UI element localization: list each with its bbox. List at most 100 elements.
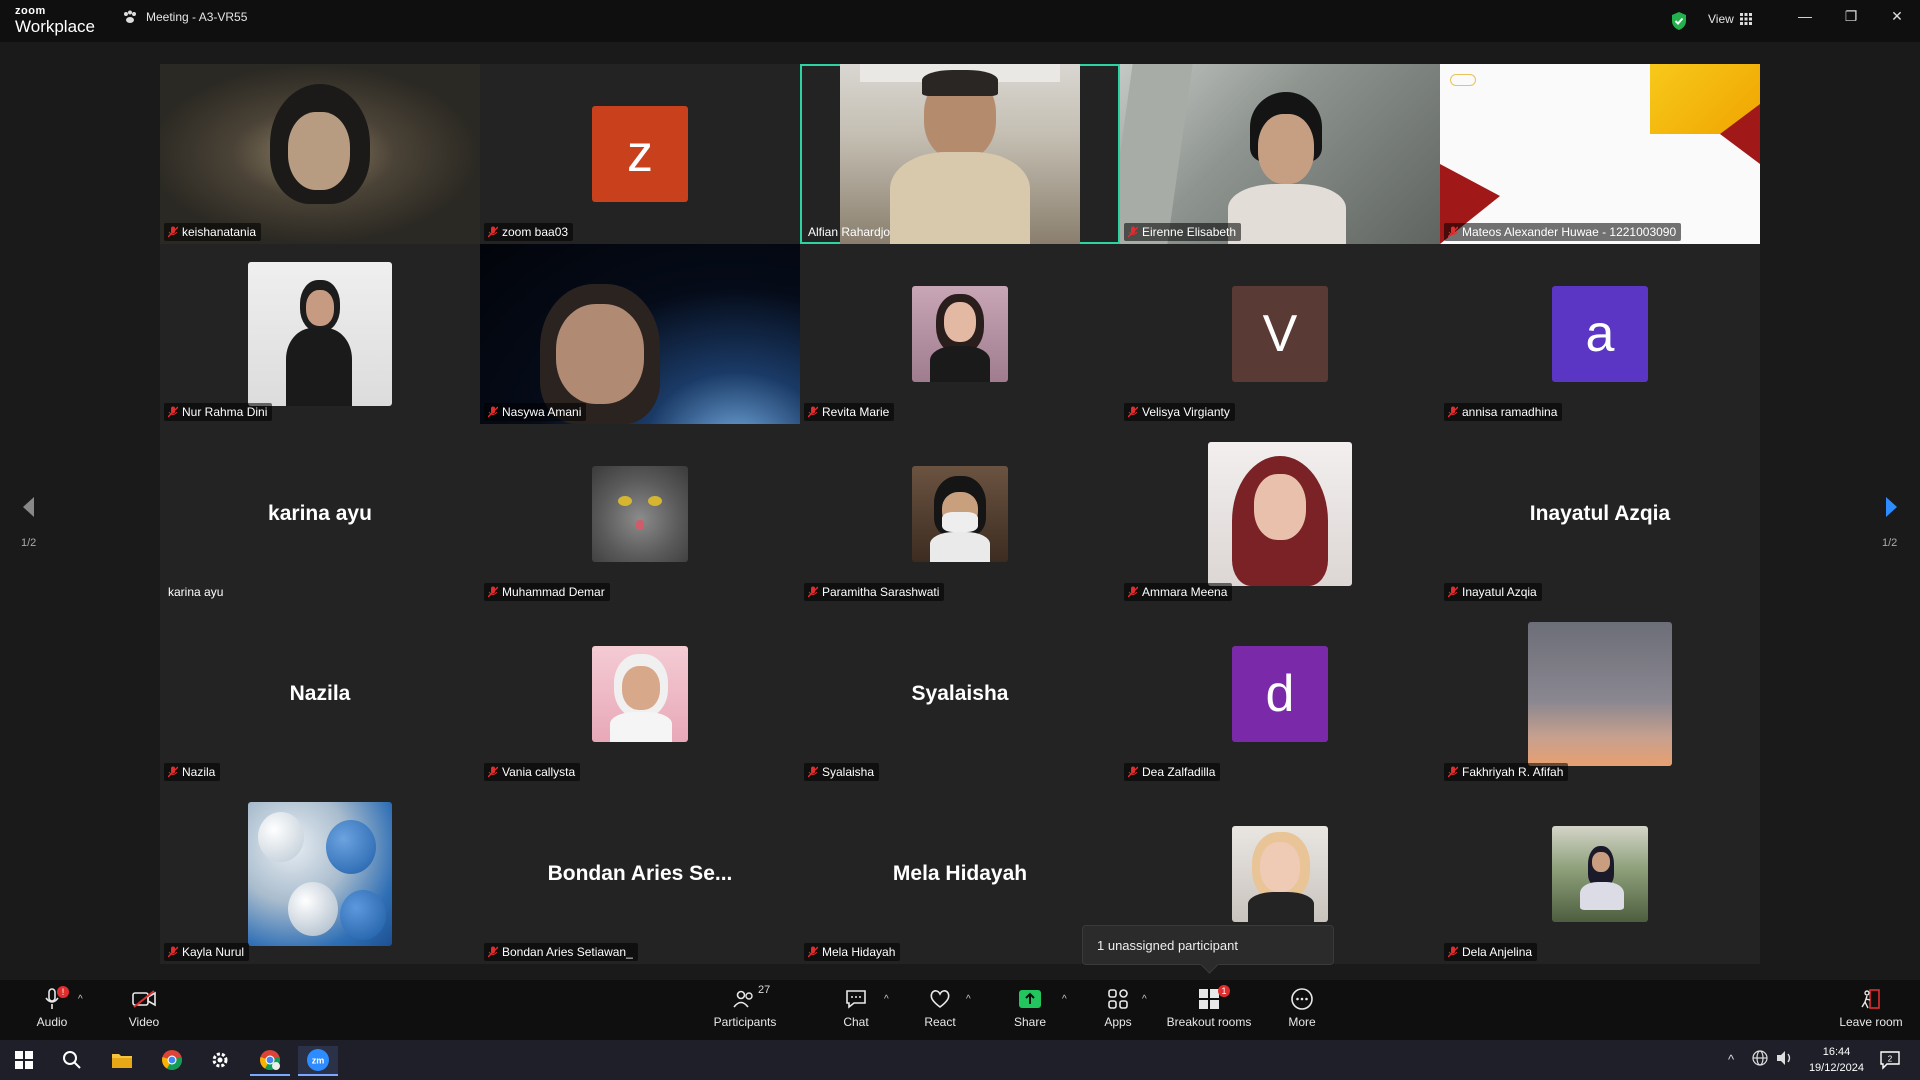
meeting-info[interactable]: Meeting - A3-VR55 — [122, 10, 247, 24]
profile-photo — [592, 646, 688, 742]
mic-muted-icon — [488, 946, 498, 958]
view-button[interactable]: View — [1708, 12, 1752, 26]
restore-icon[interactable]: ❐ — [1836, 8, 1866, 25]
breakout-rooms-button[interactable]: 1 Breakout rooms — [1164, 985, 1254, 1029]
participant-name: Kayla Nurul — [182, 945, 245, 959]
mic-muted-icon — [808, 586, 818, 598]
video-button[interactable]: Video — [122, 986, 166, 1029]
clock-time: 16:44 — [1822, 1046, 1851, 1058]
more-button[interactable]: More — [1280, 986, 1324, 1029]
participant-tile[interactable]: Ammara Meena — [1120, 424, 1440, 604]
participant-tile[interactable]: Syalaisha Syalaisha — [800, 604, 1120, 784]
name-tag: Alfian Rahardjo — [804, 223, 895, 241]
avatar: d — [1232, 646, 1328, 742]
minimize-icon[interactable]: — — [1790, 8, 1820, 24]
meeting-title: Meeting - A3-VR55 — [146, 10, 248, 24]
page-indicator-left: 1/2 — [21, 537, 37, 549]
chat-label: Chat — [843, 1015, 869, 1029]
participant-name: Muhammad Demar — [502, 585, 605, 599]
participant-tile[interactable]: Bondan Aries Se... Bondan Aries Setiawan… — [480, 784, 800, 964]
tray-overflow-icon[interactable]: ^ — [1728, 1052, 1734, 1067]
previous-page-icon[interactable] — [20, 495, 36, 524]
react-label: React — [924, 1015, 956, 1029]
participant-tile[interactable]: Inayatul Azqia Inayatul Azqia — [1440, 424, 1760, 604]
participant-tile[interactable]: Eirenne Elisabeth — [1120, 64, 1440, 244]
avatar-letter: V — [1262, 305, 1298, 363]
apps-button[interactable]: Apps — [1096, 986, 1140, 1029]
participant-tile[interactable]: Vania callysta — [480, 604, 800, 784]
participants-button[interactable]: 27 Participants — [708, 984, 782, 1029]
participant-tile[interactable]: Muhammad Demar — [480, 424, 800, 604]
notification-count: 2 — [1888, 1055, 1893, 1064]
participant-tile[interactable]: Dela Anjelina — [1440, 784, 1760, 964]
mic-muted-icon — [1128, 766, 1138, 778]
display-name: Mela Hidayah — [892, 862, 1028, 885]
share-button[interactable]: Share — [1008, 986, 1052, 1029]
chrome-profile-icon[interactable] — [250, 1046, 290, 1076]
participant-video — [840, 64, 1080, 244]
leave-room-button[interactable]: Leave room — [1836, 986, 1906, 1029]
participant-tile[interactable]: Nazila Nazila — [160, 604, 480, 784]
shield-icon[interactable] — [1670, 11, 1688, 36]
zoom-app-icon[interactable]: zm — [298, 1046, 338, 1076]
mic-muted-icon — [1128, 226, 1138, 238]
file-explorer-icon[interactable] — [102, 1046, 142, 1074]
apps-icon — [1108, 989, 1128, 1009]
network-globe-icon[interactable] — [1752, 1050, 1768, 1069]
participant-name: keishanatania — [182, 225, 257, 239]
participant-name: karina ayu — [168, 585, 224, 599]
active-speaker-tile[interactable]: Alfian Rahardjo — [800, 64, 1120, 244]
participant-name: Paramitha Sarashwati — [822, 585, 940, 599]
close-icon[interactable]: ✕ — [1882, 8, 1912, 25]
name-tag: Bondan Aries Setiawan_ — [484, 943, 638, 961]
audio-button[interactable]: ! Audio — [30, 986, 74, 1029]
apps-label: Apps — [1104, 1015, 1132, 1029]
apps-options-caret-icon[interactable]: ^ — [1142, 994, 1147, 1005]
chat-options-caret-icon[interactable]: ^ — [884, 994, 889, 1005]
svg-text:zm: zm — [312, 1056, 325, 1066]
windows-start-icon[interactable] — [4, 1046, 44, 1074]
react-options-caret-icon[interactable]: ^ — [966, 994, 971, 1005]
participant-tile[interactable]: Paramitha Sarashwati — [800, 424, 1120, 604]
participant-tile[interactable]: Nur Rahma Dini — [160, 244, 480, 424]
chat-button[interactable]: Chat — [834, 986, 878, 1029]
mic-muted-icon — [808, 766, 818, 778]
participant-tile[interactable]: keishanatania — [160, 64, 480, 244]
participant-tile[interactable]: d Dea Zalfadilla — [1120, 604, 1440, 784]
participant-tile[interactable]: karina ayu karina ayu — [160, 424, 480, 604]
display-name: karina ayu — [268, 502, 372, 525]
name-tag: Velisya Virgianty — [1124, 403, 1235, 421]
name-tag: Muhammad Demar — [484, 583, 610, 601]
volume-icon[interactable] — [1776, 1050, 1794, 1069]
profile-photo — [912, 466, 1008, 562]
participant-name: Nasywa Amani — [502, 405, 582, 419]
participant-tile[interactable]: Kayla Nurul — [160, 784, 480, 964]
name-tag: Dea Zalfadilla — [1124, 763, 1221, 781]
participant-tile[interactable]: Nasywa Amani — [480, 244, 800, 424]
mic-muted-icon — [488, 226, 498, 238]
avatar: a — [1552, 286, 1648, 382]
search-icon[interactable] — [52, 1046, 92, 1074]
react-button[interactable]: React — [918, 986, 962, 1029]
settings-gear-icon[interactable] — [200, 1046, 240, 1074]
participant-tile[interactable]: V Velisya Virgianty — [1120, 244, 1440, 424]
chrome-icon[interactable] — [152, 1046, 192, 1074]
system-clock[interactable]: 16:44 19/12/2024 — [1809, 1044, 1864, 1076]
participant-name: Eirenne Elisabeth — [1142, 225, 1237, 239]
view-label: View — [1708, 12, 1734, 26]
audio-options-caret-icon[interactable]: ^ — [78, 994, 83, 1005]
name-tag: karina ayu — [164, 583, 228, 601]
participant-tile[interactable]: Revita Marie — [800, 244, 1120, 424]
participants-label: Participants — [713, 1015, 777, 1029]
participant-tile[interactable]: z zoom baa03 — [480, 64, 800, 244]
participant-tile[interactable]: a annisa ramadhina — [1440, 244, 1760, 424]
next-page-icon[interactable] — [1884, 495, 1900, 524]
notifications-icon[interactable]: 2 — [1870, 1046, 1910, 1074]
participant-tile[interactable]: Mateos Alexander Huwae - 1221003090 — [1440, 64, 1760, 244]
profile-photo — [248, 802, 392, 946]
participant-tile[interactable]: Mela Hidayah Mela Hidayah — [800, 784, 1120, 964]
share-options-caret-icon[interactable]: ^ — [1062, 994, 1067, 1005]
breakout-tooltip: 1 unassigned participant — [1082, 925, 1334, 965]
avatar-letter: a — [1585, 305, 1615, 363]
participant-tile[interactable]: Fakhriyah R. Afifah — [1440, 604, 1760, 784]
